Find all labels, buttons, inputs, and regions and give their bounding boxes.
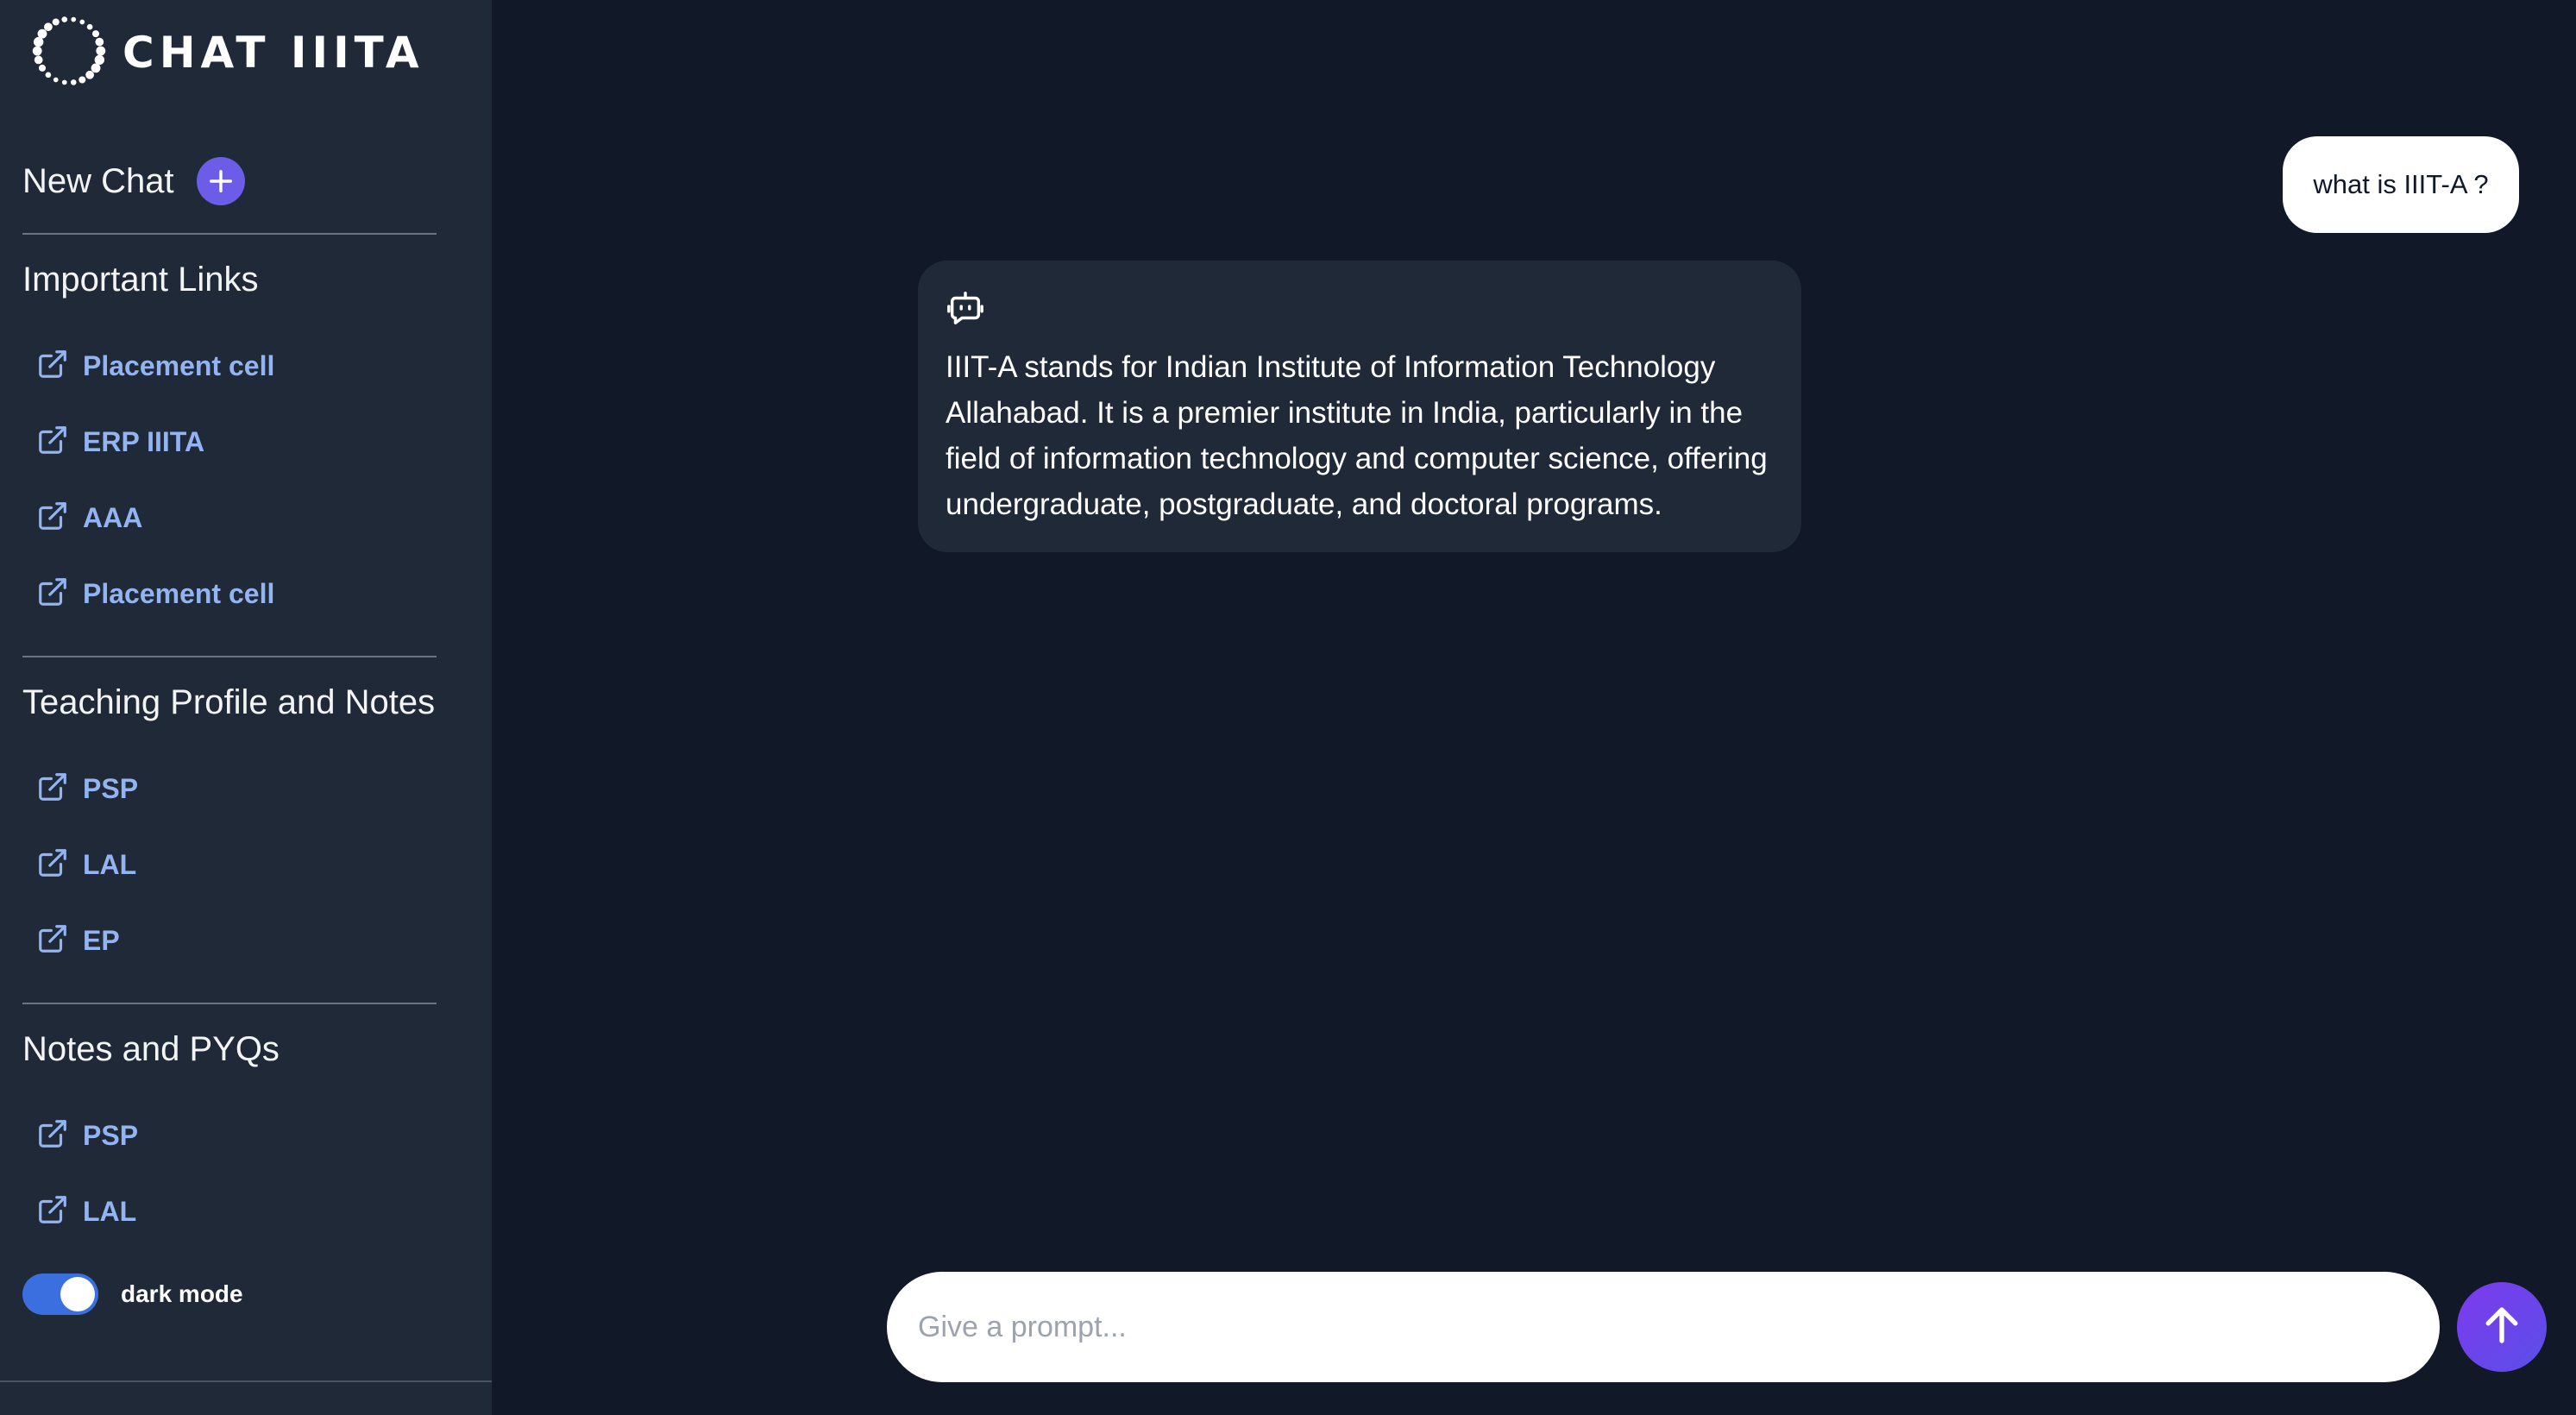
divider [22, 656, 437, 657]
dark-mode-switch[interactable] [22, 1274, 98, 1315]
app-root: CHAT IIITA New Chat Important Links Plac… [0, 0, 2576, 1415]
link-ep[interactable]: EP [36, 920, 120, 961]
external-link-icon [36, 500, 69, 537]
prompt-bar [887, 1272, 2440, 1382]
divider [0, 1380, 492, 1382]
send-button[interactable] [2457, 1282, 2547, 1372]
link-aaa[interactable]: AAA [36, 497, 142, 538]
user-message-bubble: what is IIIT-A ? [2283, 136, 2519, 233]
external-link-icon [36, 1193, 69, 1230]
external-link-icon [36, 348, 69, 385]
prompt-input[interactable] [887, 1272, 2440, 1382]
dotted-circle-logo-icon [29, 11, 109, 95]
dark-mode-label: dark mode [121, 1280, 243, 1307]
link-placement-cell-2[interactable]: Placement cell [36, 573, 274, 614]
link-label: LAL [83, 1195, 137, 1227]
plus-icon[interactable] [196, 157, 245, 205]
link-lal-notes[interactable]: LAL [36, 1191, 136, 1232]
external-link-icon [36, 575, 69, 613]
link-psp[interactable]: PSP [36, 768, 138, 809]
sidebar: CHAT IIITA New Chat Important Links Plac… [0, 0, 492, 1415]
section-title-teaching-profile: Teaching Profile and Notes [22, 683, 436, 721]
arrow-up-icon [2479, 1302, 2525, 1353]
dark-mode-toggle[interactable]: dark mode [22, 1274, 243, 1315]
bot-message-bubble: IIIT-A stands for Indian Institute of In… [918, 261, 1801, 552]
section-title-notes-pyqs: Notes and PYQs [22, 1030, 280, 1068]
link-label: ERP IIITA [83, 425, 205, 457]
link-label: PSP [83, 772, 139, 804]
link-psp-notes[interactable]: PSP [36, 1115, 138, 1156]
external-link-icon [36, 770, 69, 808]
link-placement-cell[interactable]: Placement cell [36, 345, 274, 387]
robot-icon [946, 288, 1774, 332]
switch-knob [60, 1277, 95, 1311]
divider [22, 233, 437, 235]
link-label: PSP [83, 1119, 139, 1151]
logo-text: CHAT IIITA [123, 28, 424, 78]
new-chat-button[interactable]: New Chat [22, 155, 245, 207]
logo[interactable]: CHAT IIITA [29, 14, 424, 91]
divider [22, 1003, 437, 1004]
link-lal[interactable]: LAL [36, 844, 136, 885]
bot-message-text: IIIT-A stands for Indian Institute of In… [946, 350, 1768, 521]
section-title-important-links: Important Links [22, 261, 259, 299]
link-label: Placement cell [83, 577, 275, 609]
new-chat-label: New Chat [22, 161, 174, 200]
external-link-icon [36, 922, 69, 959]
external-link-icon [36, 846, 69, 884]
link-erp-iiita[interactable]: ERP IIITA [36, 421, 204, 462]
link-label: LAL [83, 848, 137, 880]
user-message-text: what is IIIT-A ? [2313, 169, 2489, 199]
link-label: EP [83, 924, 120, 956]
external-link-icon [36, 424, 69, 461]
link-label: AAA [83, 501, 143, 533]
link-label: Placement cell [83, 349, 275, 381]
external-link-icon [36, 1117, 69, 1154]
